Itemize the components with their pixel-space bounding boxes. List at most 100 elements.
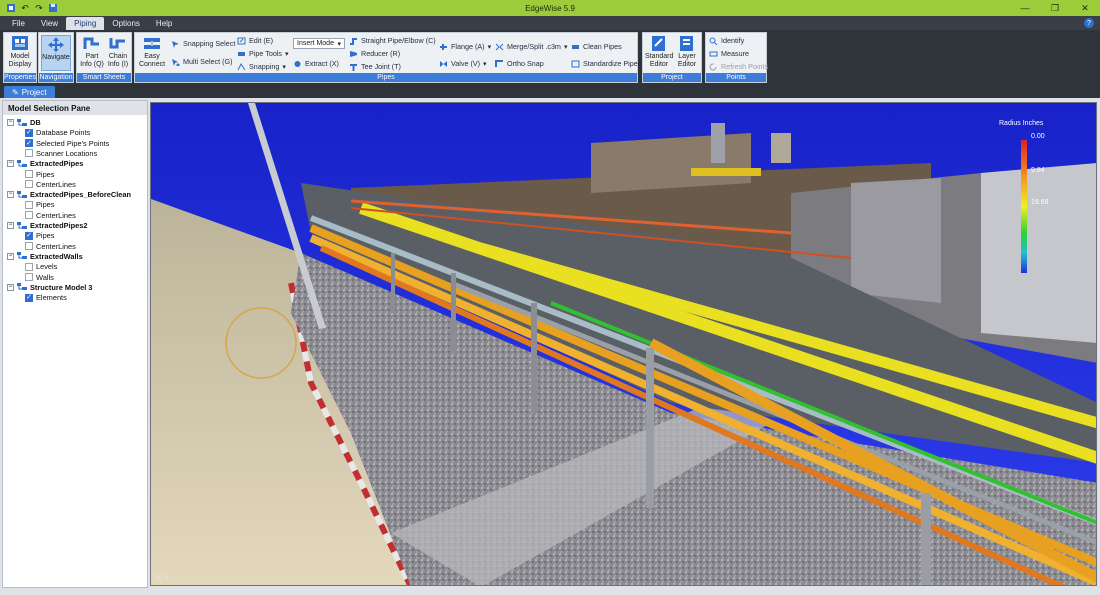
close-button[interactable]: ✕ [1070, 0, 1100, 16]
menu-help[interactable]: Help [148, 17, 180, 30]
measure-button[interactable]: Measure [709, 49, 749, 58]
tree-item[interactable]: ✓ Database Points [25, 128, 90, 137]
visibility-checkbox[interactable] [25, 211, 33, 220]
tree-item[interactable]: Pipes [25, 170, 55, 179]
tree-item[interactable]: CenterLines [25, 180, 76, 189]
straight-pipe-elbow-button[interactable]: Straight Pipe/Elbow (C) [349, 36, 436, 45]
tree-group[interactable]: − ExtractedPipes2 [7, 221, 88, 230]
minimize-button[interactable]: — [1010, 0, 1040, 16]
tree-group[interactable]: − Structure Model 3 [7, 283, 92, 292]
ribbon-group-pipes: Easy Connect Snapping Select Multi Selec… [134, 32, 641, 83]
tree-group[interactable]: − DB [7, 118, 41, 127]
snapping-dropdown[interactable]: Snapping ▾ [237, 62, 286, 71]
extract-label: Extract (X) [305, 59, 339, 68]
redo-icon[interactable]: ↷ [34, 3, 44, 13]
layer-editor-button[interactable]: Layer Editor [673, 35, 701, 69]
visibility-checkbox[interactable] [25, 180, 33, 189]
tab-project[interactable]: ✎ Project [4, 86, 55, 98]
standardize-pipes-icon [571, 60, 580, 68]
tree-item-label: Levels [36, 262, 58, 272]
reducer-icon [349, 50, 358, 58]
menu-view[interactable]: View [33, 17, 66, 30]
tree-item[interactable]: Walls [25, 273, 54, 282]
tree-item[interactable]: Scanner Locations [25, 149, 97, 158]
easy-connect-button[interactable]: Easy Connect [137, 35, 167, 69]
radius-legend-title: Radius Inches [999, 120, 1044, 127]
layer-group-icon [17, 190, 27, 199]
standard-editor-button[interactable]: Standard Editor [645, 35, 673, 69]
tee-joint-button[interactable]: Tee Joint (T) [349, 62, 401, 71]
collapse-toggle-icon[interactable]: − [7, 222, 14, 229]
visibility-checkbox[interactable]: ✓ [25, 231, 33, 240]
tree-group[interactable]: − ExtractedPipes_BeforeClean [7, 190, 131, 199]
menu-options[interactable]: Options [104, 17, 148, 30]
undo-icon[interactable]: ↶ [20, 3, 30, 13]
menu-piping[interactable]: Piping [66, 17, 105, 30]
collapse-toggle-icon[interactable]: − [7, 252, 14, 260]
collapse-toggle-icon[interactable]: − [7, 283, 14, 291]
tree-item[interactable]: CenterLines [25, 211, 76, 220]
model-display-button[interactable]: Model Display [6, 35, 34, 69]
easy-connect-icon [142, 35, 162, 52]
tree-item[interactable]: ✓ Pipes [25, 231, 55, 240]
ribbon-group-smart-sheets: Part Info (Q) Chain Info (I) Smart Sheet… [76, 32, 132, 83]
multi-select-button[interactable]: Multi Select (G) [171, 57, 233, 66]
refresh-points-button[interactable]: Refresh Points [709, 62, 768, 71]
layer-group-icon [17, 221, 27, 230]
tree-item[interactable]: ✓ Selected Pipe's Points [25, 139, 109, 148]
layer-editor-icon [677, 35, 697, 52]
snapping-select-icon [171, 40, 180, 48]
valve-dropdown[interactable]: Valve (V) ▾ [439, 59, 487, 68]
menu-file[interactable]: File [4, 17, 33, 30]
vessel [711, 123, 725, 163]
refresh-icon [709, 62, 718, 71]
refresh-points-label: Refresh Points [721, 62, 769, 71]
tree-group[interactable]: − ExtractedWalls [7, 252, 83, 261]
visibility-checkbox[interactable]: ✓ [25, 139, 33, 148]
visibility-checkbox[interactable] [25, 262, 33, 271]
tree-group-label: ExtractedPipes [30, 159, 84, 169]
collapse-toggle-icon[interactable]: − [7, 160, 14, 168]
standardize-pipes-button[interactable]: Standardize Pipes [571, 59, 641, 68]
help-icon[interactable]: ? [1084, 18, 1094, 28]
part-info-button[interactable]: Part Info (Q) [79, 35, 105, 69]
model-display-icon [10, 35, 30, 52]
multi-select-label: Multi Select (G) [183, 57, 233, 66]
tree-group[interactable]: − ExtractedPipes [7, 159, 83, 168]
visibility-checkbox[interactable] [25, 273, 33, 281]
maximize-button[interactable]: ❐ [1040, 0, 1070, 16]
merge-split-dropdown[interactable]: Merge/Split .c3m ▾ [495, 42, 568, 51]
navigate-button[interactable]: Navigate [41, 35, 71, 71]
ortho-snap-button[interactable]: Ortho Snap [495, 59, 544, 68]
edit-button[interactable]: Edit (E) [237, 36, 273, 45]
visibility-checkbox[interactable] [25, 149, 33, 158]
collapse-toggle-icon[interactable]: − [7, 119, 14, 126]
reducer-button[interactable]: Reducer (R) [349, 49, 400, 58]
extract-button[interactable]: Extract (X) [293, 59, 339, 68]
visibility-checkbox[interactable] [25, 170, 33, 178]
snapping-select-button[interactable]: Snapping Select [171, 39, 235, 48]
visibility-checkbox[interactable]: ✓ [25, 128, 33, 137]
clean-pipes-icon [571, 43, 580, 51]
3d-viewport[interactable]: Radius Inches 0.00 9.84 19.69 30 ft [150, 102, 1097, 586]
collapse-toggle-icon[interactable]: − [7, 191, 14, 199]
visibility-checkbox[interactable]: ✓ [25, 293, 33, 302]
edit-icon [237, 37, 246, 45]
tree-item[interactable]: Pipes [25, 200, 55, 209]
clean-pipes-button[interactable]: Clean Pipes [571, 42, 622, 51]
pipe-tools-dropdown[interactable]: Pipe Tools ▾ [237, 49, 289, 58]
insert-mode-select[interactable]: Insert Mode ▾ [293, 38, 345, 49]
window-title: EdgeWise 5.9 [525, 3, 575, 13]
identify-button[interactable]: Identify [709, 36, 744, 45]
tree-item[interactable]: CenterLines [25, 242, 76, 251]
chain-info-button[interactable]: Chain Info (I) [105, 35, 131, 69]
visibility-checkbox[interactable] [25, 242, 33, 251]
save-icon[interactable] [48, 3, 58, 13]
title-bar: ↶ ↷ EdgeWise 5.9 — ❐ ✕ [0, 0, 1100, 16]
navigate-icon [46, 36, 66, 53]
visibility-checkbox[interactable] [25, 200, 33, 209]
tree-item[interactable]: ✓ Elements [25, 293, 67, 302]
ortho-snap-icon [495, 59, 504, 68]
tree-item[interactable]: Levels [25, 262, 57, 271]
flange-dropdown[interactable]: Flange (A) ▾ [439, 42, 491, 51]
